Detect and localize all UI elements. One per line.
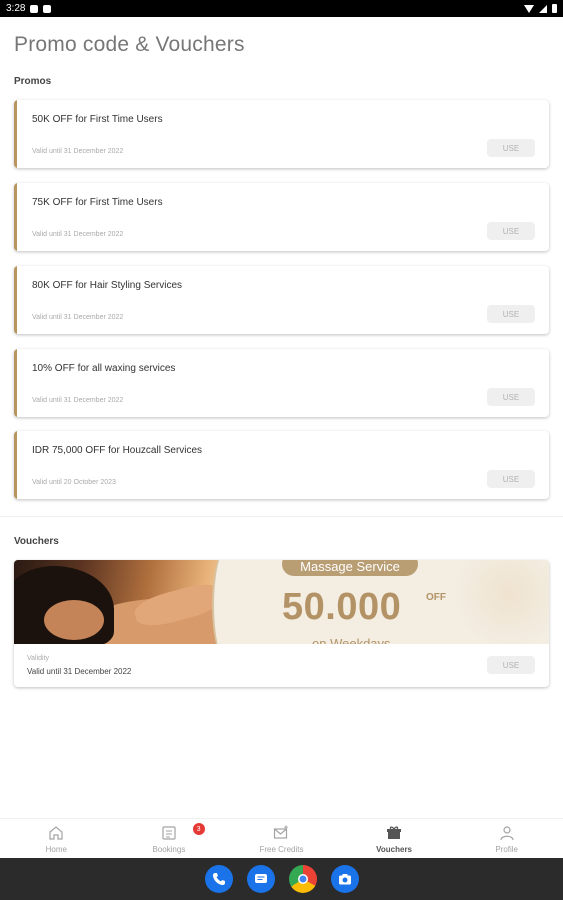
bookings-badge: 3 xyxy=(192,823,205,835)
promo-accent-bar xyxy=(14,183,17,251)
promos-section-title: Promos xyxy=(14,76,52,87)
use-button[interactable]: USE xyxy=(487,222,535,240)
promo-validity: Valid until 31 December 2022 xyxy=(32,314,124,321)
promo-card[interactable]: 80K OFF for Hair Styling Services Valid … xyxy=(14,266,549,334)
promo-card[interactable]: IDR 75,000 OFF for Houzcall Services Val… xyxy=(14,431,549,499)
promo-card[interactable]: 75K OFF for First Time Users Valid until… xyxy=(14,183,549,251)
nav-label: Vouchers xyxy=(376,845,413,854)
battery-icon xyxy=(552,4,557,13)
promo-accent-bar xyxy=(14,431,17,499)
nav-item-free-credits[interactable]: Free Credits xyxy=(225,819,338,858)
use-button[interactable]: USE xyxy=(487,470,535,488)
promo-card[interactable]: 10% OFF for all waxing services Valid un… xyxy=(14,349,549,417)
notification-icon xyxy=(43,4,52,13)
voucher-validity-label: Validity xyxy=(27,655,50,662)
use-button[interactable]: USE xyxy=(487,656,535,674)
nav-label: Free Credits xyxy=(259,845,304,854)
profile-icon xyxy=(498,824,516,842)
home-icon xyxy=(47,824,65,842)
section-divider xyxy=(0,516,563,517)
promo-validity: Valid until 31 December 2022 xyxy=(32,148,124,155)
camera-app-icon[interactable] xyxy=(330,865,359,893)
promo-title: 50K OFF for First Time Users xyxy=(32,114,163,125)
nav-item-vouchers[interactable]: Vouchers xyxy=(338,819,451,858)
free-credits-icon xyxy=(272,824,290,842)
wifi-icon xyxy=(524,4,534,13)
bookings-icon xyxy=(160,824,178,842)
bottom-nav: Home 3 Bookings Free Credits Vouchers Pr… xyxy=(0,818,563,858)
banner-off-label: OFF xyxy=(426,592,446,603)
promo-card[interactable]: 50K OFF for First Time Users Valid until… xyxy=(14,100,549,168)
voucher-banner-image: Massage Service 50.000 OFF on Weekdays xyxy=(14,560,549,644)
promo-accent-bar xyxy=(14,100,17,168)
promo-title: 10% OFF for all waxing services xyxy=(32,363,176,374)
system-dock xyxy=(0,858,563,900)
promo-validity: Valid until 31 December 2022 xyxy=(32,397,124,404)
banner-amount: 50.000 xyxy=(282,586,402,628)
phone-app-icon[interactable] xyxy=(204,865,233,893)
banner-subtitle: on Weekdays xyxy=(312,636,391,644)
banner-service-pill: Massage Service xyxy=(282,560,418,576)
status-bar: 3:28 xyxy=(0,0,563,17)
vouchers-icon xyxy=(385,824,403,842)
use-button[interactable]: USE xyxy=(487,305,535,323)
chrome-app-icon[interactable] xyxy=(288,865,317,893)
banner-divider-curve xyxy=(212,560,252,644)
promo-validity: Valid until 20 October 2023 xyxy=(32,479,116,486)
voucher-validity: Valid until 31 December 2022 xyxy=(27,667,132,676)
promo-title: IDR 75,000 OFF for Houzcall Services xyxy=(32,445,203,456)
massage-photo xyxy=(14,560,234,644)
signal-icon xyxy=(539,4,547,13)
messages-app-icon[interactable] xyxy=(246,865,275,893)
promo-title: 75K OFF for First Time Users xyxy=(32,197,163,208)
nav-label: Home xyxy=(45,845,67,854)
page-title: Promo code & Vouchers xyxy=(14,33,245,56)
nav-label: Bookings xyxy=(152,845,186,854)
nav-item-profile[interactable]: Profile xyxy=(450,819,563,858)
notification-icon xyxy=(30,4,39,13)
promo-title: 80K OFF for Hair Styling Services xyxy=(32,280,183,291)
use-button[interactable]: USE xyxy=(487,388,535,406)
nav-label: Profile xyxy=(495,845,519,854)
nav-item-home[interactable]: Home xyxy=(0,819,113,858)
promo-accent-bar xyxy=(14,266,17,334)
promo-validity: Valid until 31 December 2022 xyxy=(32,231,124,238)
vouchers-section-title: Vouchers xyxy=(14,536,59,547)
voucher-card[interactable]: Massage Service 50.000 OFF on Weekdays V… xyxy=(14,560,549,687)
banner-floral-pattern xyxy=(449,560,549,644)
promo-accent-bar xyxy=(14,349,17,417)
status-time: 3:28 xyxy=(6,3,26,14)
nav-item-bookings[interactable]: 3 Bookings xyxy=(113,819,226,858)
use-button[interactable]: USE xyxy=(487,139,535,157)
